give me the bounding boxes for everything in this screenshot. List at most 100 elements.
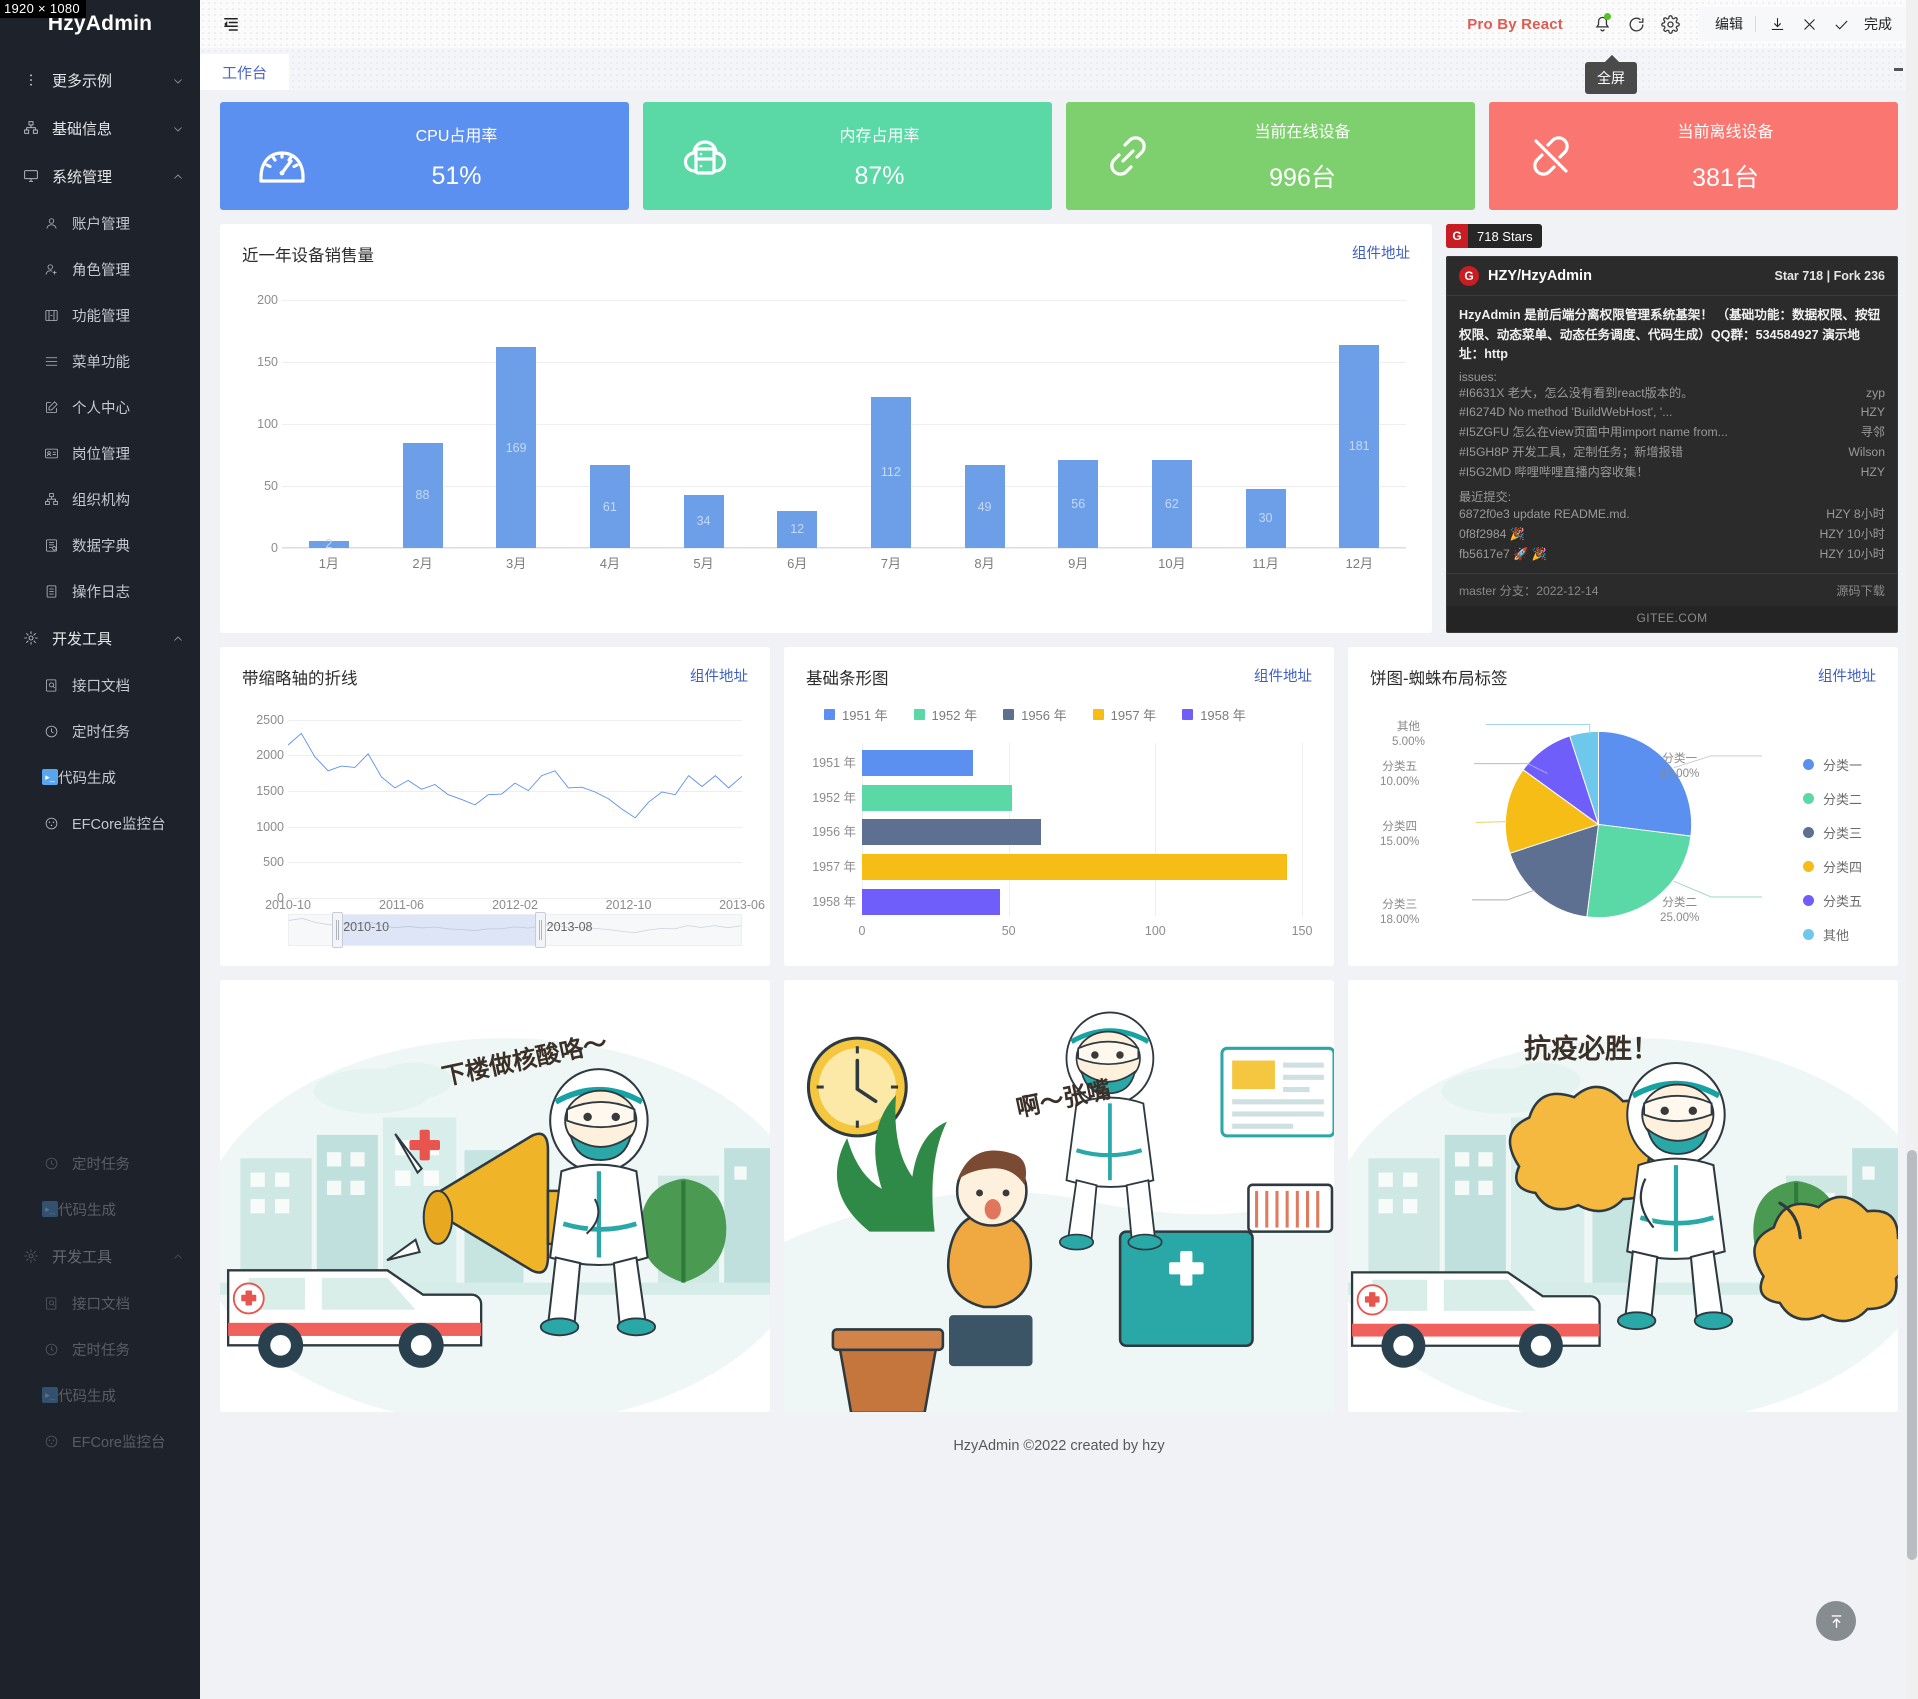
sidebar-item-4[interactable]: 定时任务 — [0, 1326, 200, 1372]
stat-card-0[interactable]: CPU占用率 51% — [220, 102, 629, 210]
bar[interactable]: 49 — [964, 465, 1005, 548]
menu-fold-icon[interactable] — [218, 11, 244, 37]
bell-icon[interactable] — [1585, 7, 1619, 41]
sidebar-item-9[interactable]: 组织机构 — [0, 476, 200, 522]
bar[interactable]: 62 — [1151, 460, 1192, 548]
sidebar-item-3[interactable]: 账户管理 — [0, 200, 200, 246]
console-icon: ▸_ — [42, 1387, 58, 1403]
gitee-issue-row[interactable]: #I5ZGFU 怎么在view页面中用import name from... 寻邻 — [1459, 423, 1885, 443]
illustration-card-nucleic-acid-test[interactable]: 啊～张嘴 — [784, 979, 1334, 1412]
sidebar-item-14[interactable]: 定时任务 — [0, 708, 200, 754]
bar[interactable]: 12 — [777, 510, 818, 548]
sidebar-item-5[interactable]: ▸_ 代码生成 — [0, 1372, 200, 1418]
sidebar-item-5[interactable]: 功能管理 — [0, 292, 200, 338]
tab-workbench[interactable]: 工作台 — [200, 54, 290, 90]
legend-item[interactable]: 1958 年 — [1182, 705, 1246, 724]
stat-card-1[interactable]: 内存占用率 87% — [643, 102, 1052, 210]
clock-icon — [42, 722, 60, 740]
sidebar-item-15[interactable]: ▸_ 代码生成 — [0, 754, 200, 800]
legend-item[interactable]: 分类二 — [1802, 789, 1862, 808]
gitee-issue-row[interactable]: #I6274D No method 'BuildWebHost', '... HZ… — [1459, 403, 1885, 423]
illustration-card-fight-epidemic-victory[interactable]: 抗疫必胜！ — [1348, 979, 1898, 1412]
sidebar-item-7[interactable]: 个人中心 — [0, 384, 200, 430]
gitee-card-header: G HZY/HzyAdmin Star 718 | Fork 236 — [1447, 257, 1897, 296]
sidebar-item-6[interactable]: EFCore监控台 — [0, 1418, 200, 1464]
legend-item[interactable]: 分类五 — [1802, 891, 1862, 910]
legend-item[interactable]: 分类一 — [1802, 755, 1862, 774]
bar[interactable]: 2 — [308, 537, 349, 551]
sidebar-item-13[interactable]: 接口文档 — [0, 662, 200, 708]
gitee-issue-row[interactable]: #I5G2MD 哔哩哔哩直播内容收集！ HZY — [1459, 463, 1885, 483]
component-link[interactable]: 组件地址 — [1254, 665, 1312, 686]
sidebar-item-1[interactable]: ▸_ 代码生成 — [0, 1186, 200, 1232]
sidebar-item-0[interactable]: 更多示例 — [0, 56, 200, 104]
bar[interactable]: 30 — [1245, 488, 1286, 548]
sidebar-item-3[interactable]: 接口文档 — [0, 1280, 200, 1326]
x-axis-tick: 4月 — [599, 556, 620, 571]
x-axis-tick: 2012-02 — [492, 897, 538, 912]
pie-slice[interactable] — [1598, 730, 1693, 837]
gear-icon[interactable] — [1653, 7, 1687, 41]
download-icon[interactable] — [1762, 9, 1792, 39]
close-icon[interactable] — [1794, 9, 1824, 39]
legend-item[interactable]: 分类三 — [1802, 823, 1862, 842]
legend-item[interactable]: 1956 年 — [1003, 705, 1067, 724]
sidebar-item-11[interactable]: 操作日志 — [0, 568, 200, 614]
legend-item[interactable]: 分类四 — [1802, 857, 1862, 876]
done-button[interactable]: 完成 — [1858, 14, 1898, 34]
hbar-plot-area: 0 50 100 150 1951 年 1952 年 1956 年 1957 年 1958 年 — [812, 742, 1312, 938]
brush-handle-left[interactable] — [331, 911, 343, 948]
gitee-stars-badge[interactable]: G 718 Stars — [1446, 224, 1542, 248]
bar[interactable]: 34 — [683, 494, 724, 548]
sidebar-item-4[interactable]: 角色管理 — [0, 246, 200, 292]
legend-item[interactable]: 1952 年 — [913, 705, 977, 724]
scrollbar-thumb[interactable] — [1907, 1150, 1917, 1560]
gitee-issue-row[interactable]: #I5GH8P 开发工具，定制任务；新增报错 Wilson — [1459, 443, 1885, 463]
hbar[interactable]: 1956 年 — [812, 819, 1041, 846]
stat-card-3[interactable]: 当前离线设备 381台 — [1489, 102, 1898, 210]
sidebar-item-6[interactable]: 菜单功能 — [0, 338, 200, 384]
component-link[interactable]: 组件地址 — [690, 665, 748, 686]
gitee-repo-name[interactable]: HZY/HzyAdmin — [1488, 268, 1592, 284]
bar[interactable]: 88 — [402, 442, 443, 548]
gitee-commit-row[interactable]: 0f8f2984 🎉 HZY 10小时 — [1459, 525, 1885, 545]
sidebar-item-0[interactable]: 定时任务 — [0, 1140, 200, 1186]
check-icon[interactable] — [1826, 9, 1856, 39]
component-link[interactable]: 组件地址 — [1352, 242, 1410, 263]
sidebar-item-2[interactable]: 系统管理 — [0, 152, 200, 200]
stat-card-2[interactable]: 当前在线设备 996台 — [1066, 102, 1475, 210]
gitee-commit-row[interactable]: fb5617e7 🚀 🎉 HZY 10小时 — [1459, 545, 1885, 565]
hbar[interactable]: 1951 年 — [812, 750, 974, 777]
gitee-issue-list: #I6631X 老大，怎么没有看到react版本的。 zyp #I6274D No … — [1459, 384, 1885, 483]
hbar[interactable]: 1952 年 — [812, 784, 1012, 811]
gitee-download-link[interactable]: 源码下载 — [1836, 581, 1885, 599]
legend-item[interactable]: 1957 年 — [1092, 705, 1156, 724]
edit-button[interactable]: 编辑 — [1709, 14, 1749, 34]
gitee-issue-row[interactable]: #I6631X 老大，怎么没有看到react版本的。 zyp — [1459, 384, 1885, 404]
back-to-top-button[interactable] — [1816, 1601, 1856, 1641]
sidebar-item-2[interactable]: 开发工具 — [0, 1232, 200, 1280]
hbar[interactable]: 1958 年 — [812, 888, 1000, 915]
gitee-commit-row[interactable]: 6872f0e3 update README.md. HZY 8小时 — [1459, 505, 1885, 525]
vertical-scrollbar[interactable] — [1906, 0, 1918, 1699]
bar[interactable]: 56 — [1058, 460, 1099, 548]
bar[interactable]: 61 — [589, 465, 630, 548]
bar[interactable]: 181 — [1339, 344, 1380, 548]
bar-value-label: 56 — [1071, 497, 1086, 512]
legend-item[interactable]: 1951 年 — [824, 705, 888, 724]
illustration-card-nucleic-acid-announcement[interactable]: 下楼做核酸咯～ — [220, 979, 770, 1412]
reload-icon[interactable] — [1619, 7, 1653, 41]
tool-icon — [22, 1247, 40, 1265]
hbar[interactable]: 1957 年 — [812, 854, 1288, 881]
component-link[interactable]: 组件地址 — [1818, 665, 1876, 686]
sidebar-item-12[interactable]: 开发工具 — [0, 614, 200, 662]
bar[interactable]: 169 — [496, 347, 537, 548]
bar[interactable]: 112 — [870, 396, 911, 548]
brush-axis[interactable]: 2010-10 2013-08 — [288, 911, 742, 948]
legend-item[interactable]: 其他 — [1802, 925, 1862, 944]
sidebar-item-8[interactable]: 岗位管理 — [0, 430, 200, 476]
sidebar-item-10[interactable]: 数据字典 — [0, 522, 200, 568]
sidebar-item-1[interactable]: 基础信息 — [0, 104, 200, 152]
brush-handle-right[interactable] — [535, 911, 547, 948]
sidebar-item-16[interactable]: EFCore监控台 — [0, 800, 200, 846]
